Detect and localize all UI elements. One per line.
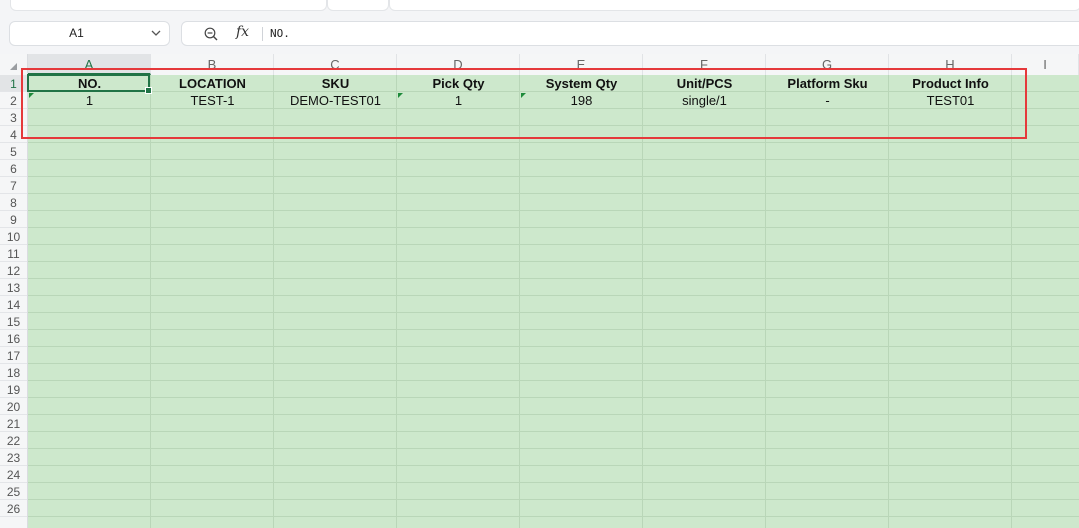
formula-input[interactable]: fx NO.: [181, 21, 1079, 46]
row-header-18[interactable]: 18: [0, 364, 27, 381]
toolbar-segment: [327, 0, 389, 11]
row-header-5[interactable]: 5: [0, 143, 27, 160]
select-all-icon: [10, 63, 17, 70]
row-header-16[interactable]: 16: [0, 330, 27, 347]
row-header-20[interactable]: 20: [0, 398, 27, 415]
formula-content: NO.: [270, 27, 290, 40]
row-header-8[interactable]: 8: [0, 194, 27, 211]
row-header-12[interactable]: 12: [0, 262, 27, 279]
formula-divider: [262, 27, 263, 41]
gridlines: [28, 75, 1079, 528]
fx-icon[interactable]: fx: [236, 24, 249, 40]
toolbar-strip: [0, 0, 1079, 14]
toolbar-segment: [10, 0, 327, 11]
name-box[interactable]: A1: [9, 21, 170, 46]
row-headers: 1 2 3 4 5 6 7 8 9 10 11 12 13 14 15 16 17 18 19 20 21 22 23 24 2…: [0, 75, 28, 528]
row-header-22[interactable]: 22: [0, 432, 27, 449]
row-header-7[interactable]: 7: [0, 177, 27, 194]
row-header-21[interactable]: 21: [0, 415, 27, 432]
formula-bar-row: A1 fx NO.: [0, 14, 1079, 54]
zoom-out-icon[interactable]: [204, 27, 218, 41]
cell-area[interactable]: NO. LOCATION SKU Pick Qty System Qty Uni…: [27, 74, 1079, 528]
row-header-19[interactable]: 19: [0, 381, 27, 398]
row-header-14[interactable]: 14: [0, 296, 27, 313]
row-header-23[interactable]: 23: [0, 449, 27, 466]
row-header-17[interactable]: 17: [0, 347, 27, 364]
name-box-value: A1: [69, 26, 84, 40]
row-header-10[interactable]: 10: [0, 228, 27, 245]
row-header-9[interactable]: 9: [0, 211, 27, 228]
row-header-11[interactable]: 11: [0, 245, 27, 262]
row-header-26[interactable]: 26: [0, 500, 27, 517]
row-header-6[interactable]: 6: [0, 160, 27, 177]
row-header-24[interactable]: 24: [0, 466, 27, 483]
highlight-box: [21, 68, 1027, 139]
row-header-25[interactable]: 25: [0, 483, 27, 500]
chevron-down-icon[interactable]: [150, 27, 162, 39]
row-header-15[interactable]: 15: [0, 313, 27, 330]
toolbar-segment: [389, 0, 1079, 11]
row-header-13[interactable]: 13: [0, 279, 27, 296]
